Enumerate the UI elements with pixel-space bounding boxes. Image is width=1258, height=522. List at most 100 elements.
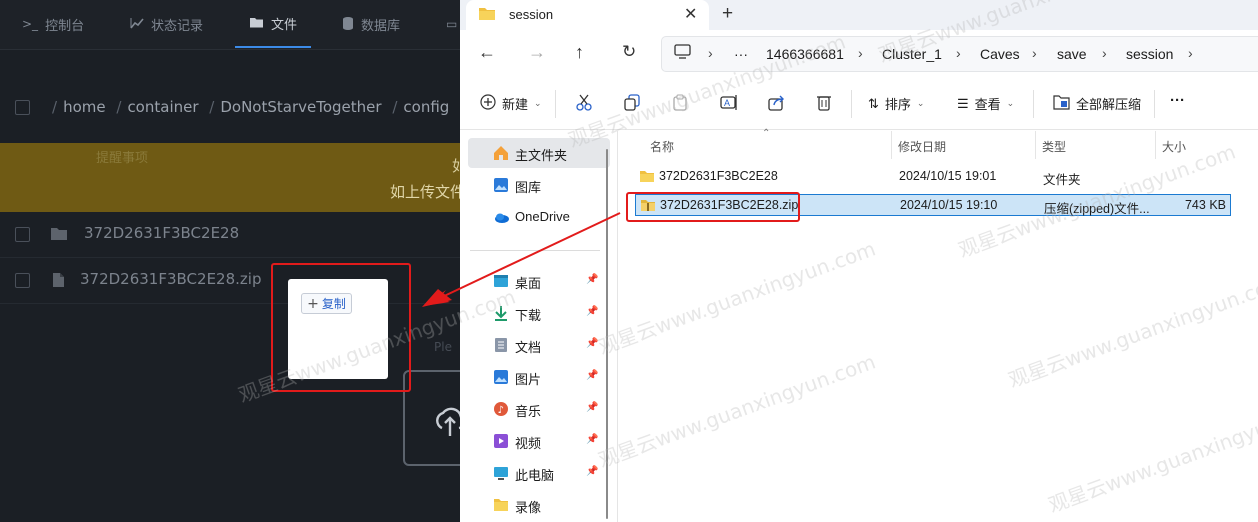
upload-dropzone[interactable]: [403, 370, 460, 466]
folder-icon: [493, 497, 509, 513]
more-options-button[interactable]: ···: [1170, 92, 1185, 109]
sidebar-item-desktop[interactable]: 桌面 📌: [468, 266, 610, 296]
tab-database[interactable]: 数据库: [342, 0, 400, 48]
command-bar: 新建 ⌄ A ⇅ 排序 ⌄ ☰ 查看 ⌄ 全部解压缩 ···: [460, 78, 1258, 130]
address-seg-5[interactable]: session: [1126, 46, 1173, 62]
sidebar-item-downloads[interactable]: 下载 📌: [468, 298, 610, 328]
column-header-name[interactable]: 名称: [650, 138, 674, 155]
row-checkbox[interactable]: [15, 227, 30, 242]
navigation-pane: 主文件夹 图库 OneDrive 桌面 📌 下载 📌 文档 📌 图片 📌 ♪ 音…: [460, 131, 618, 522]
row-checkbox[interactable]: [15, 273, 30, 288]
view-button[interactable]: ☰ 查看 ⌄: [957, 94, 1014, 113]
crumb-container[interactable]: container: [127, 98, 198, 116]
terminal-icon: >_: [22, 17, 39, 31]
tab-status-log[interactable]: 状态记录: [130, 0, 203, 48]
highlight-box-copy: [271, 263, 411, 392]
column-header-type[interactable]: 类型: [1042, 138, 1066, 155]
folder-icon: [249, 16, 264, 31]
onedrive-icon: [493, 209, 509, 225]
sidebar-item-onedrive[interactable]: OneDrive: [468, 202, 610, 232]
up-button[interactable]: ↑: [575, 42, 584, 63]
select-all-checkbox[interactable]: [15, 100, 30, 115]
crumb-config[interactable]: config: [403, 98, 449, 116]
forward-button[interactable]: →: [528, 42, 546, 63]
pin-icon: 📌: [586, 370, 599, 381]
address-bar[interactable]: › ··· 1466366681 › Cluster_1 › Caves › s…: [661, 36, 1258, 72]
cloud-upload-icon: [436, 407, 460, 436]
refresh-button[interactable]: ↻: [622, 42, 636, 62]
file-date: 2024/10/15 19:01: [899, 169, 997, 183]
sidebar-item-documents[interactable]: 文档 📌: [468, 330, 610, 360]
delete-icon[interactable]: [816, 94, 832, 111]
sidebar-item-gallery[interactable]: 图库: [468, 170, 610, 200]
sidebar-item-this-pc[interactable]: 此电脑 📌: [468, 458, 610, 488]
download-icon: [493, 305, 509, 321]
close-icon[interactable]: ✕: [684, 4, 697, 24]
address-seg-3[interactable]: Caves: [980, 46, 1020, 62]
explorer-tab[interactable]: session ✕: [466, 0, 709, 30]
folder-icon: [478, 6, 496, 24]
music-icon: ♪: [493, 401, 509, 417]
add-circle-icon: [480, 94, 496, 113]
address-seg-1[interactable]: 1466366681: [766, 46, 844, 62]
cut-icon[interactable]: [576, 94, 592, 111]
tab-console[interactable]: >_ 控制台: [22, 0, 84, 48]
gallery-icon: [493, 177, 509, 193]
pictures-icon: [493, 369, 509, 385]
sidebar-item-home[interactable]: 主文件夹: [468, 138, 610, 168]
paste-icon[interactable]: [672, 94, 688, 111]
pin-icon: 📌: [586, 274, 599, 285]
computer-icon: [674, 44, 691, 62]
pin-icon: 📌: [586, 338, 599, 349]
crumb-home[interactable]: home: [63, 98, 106, 116]
title-bar: session ✕ +: [460, 0, 1258, 30]
video-icon: [493, 433, 509, 449]
sort-caret-icon: ⌃: [762, 128, 771, 139]
rename-icon[interactable]: A: [720, 94, 738, 111]
banner-line-2: 如上传文件: [390, 183, 460, 201]
web-tab-bar: >_ 控制台 状态记录 文件 数据库 ▭: [0, 0, 460, 50]
box-icon: ▭: [446, 17, 458, 31]
list-item[interactable]: 372D2631F3BC2E28: [0, 212, 460, 258]
column-header-size[interactable]: 大小: [1162, 138, 1186, 155]
tab-title: session: [509, 7, 554, 22]
folder-icon: [639, 169, 655, 186]
sort-button[interactable]: ⇅ 排序 ⌄: [868, 94, 924, 113]
breadcrumb: / home / container / DoNotStarveTogether / c…: [0, 90, 460, 124]
svg-text:A: A: [724, 98, 730, 108]
address-overflow[interactable]: ···: [734, 46, 748, 62]
sidebar-item-videos[interactable]: 视频 📌: [468, 426, 610, 456]
address-seg-2[interactable]: Cluster_1: [882, 46, 942, 62]
pin-icon: 📌: [586, 434, 599, 445]
crumb-dst[interactable]: DoNotStarveTogether: [220, 98, 381, 116]
svg-text:♪: ♪: [498, 405, 504, 416]
extract-all-button[interactable]: 全部解压缩: [1053, 94, 1141, 113]
share-icon[interactable]: [768, 94, 785, 111]
sidebar-item-music[interactable]: ♪ 音乐 📌: [468, 394, 610, 424]
file-list: ⌃ 名称 修改日期 类型 大小 372D2631F3BC2E28 2024/10…: [618, 128, 1258, 522]
tab-files[interactable]: 文件: [235, 0, 312, 48]
web-file-manager: >_ 控制台 状态记录 文件 数据库 ▭ / home / container …: [0, 0, 460, 522]
sidebar-item-pictures[interactable]: 图片 📌: [468, 362, 610, 392]
view-list-icon: ☰: [957, 95, 969, 111]
file-date: 2024/10/15 19:10: [900, 198, 998, 212]
file-name: 372D2631F3BC2E28.zip: [80, 270, 262, 288]
new-tab-button[interactable]: +: [722, 3, 733, 25]
file-type: 压缩(zipped)文件...: [1044, 202, 1150, 216]
folder-icon: [50, 226, 68, 245]
copy-icon[interactable]: [624, 94, 640, 111]
address-seg-4[interactable]: save: [1057, 46, 1087, 62]
navigation-bar: ← → ↑ ↻ › ··· 1466366681 › Cluster_1 › C…: [460, 30, 1258, 78]
tab-more[interactable]: ▭: [446, 0, 457, 48]
back-button[interactable]: ←: [478, 42, 496, 63]
table-row[interactable]: 372D2631F3BC2E28 2024/10/15 19:01 文件夹: [635, 166, 1231, 188]
sidebar-item-recordings[interactable]: 录像: [468, 490, 610, 520]
pin-icon: 📌: [586, 402, 599, 413]
file-size: 743 KB: [1184, 198, 1226, 212]
upload-hint-text: Ple: [434, 340, 452, 354]
chart-icon: [130, 17, 144, 32]
pin-icon: 📌: [586, 466, 599, 477]
sidebar-scrollbar[interactable]: [606, 149, 608, 519]
new-button[interactable]: 新建 ⌄: [480, 94, 542, 113]
column-header-date[interactable]: 修改日期: [898, 138, 946, 155]
